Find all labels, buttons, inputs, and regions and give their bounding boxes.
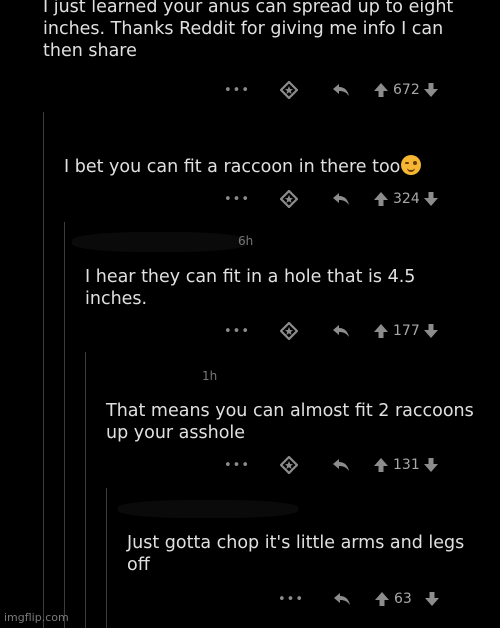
- redaction-mark: [181, 350, 183, 386]
- thread-rail-2: [64, 222, 65, 628]
- reply-icon[interactable]: [330, 83, 352, 97]
- redacted-username: [72, 232, 247, 252]
- downvote-arrow-icon[interactable]: [423, 82, 439, 98]
- upvote-arrow-icon[interactable]: [374, 591, 390, 607]
- winking-face-icon: [401, 155, 422, 175]
- comment-body: I hear they can fit in a hole that is 4.…: [85, 267, 416, 309]
- comment-body: I bet you can fit a raccoon in there too: [64, 155, 484, 178]
- redacted-username: [98, 370, 200, 380]
- award-icon[interactable]: [279, 322, 299, 340]
- thread-rail-3: [85, 352, 86, 628]
- vote-score: 324: [393, 191, 420, 207]
- comment-actions: ••• 672: [224, 79, 439, 101]
- upvote-arrow-icon[interactable]: [373, 191, 389, 207]
- downvote-arrow-icon[interactable]: [424, 591, 440, 607]
- more-options-icon[interactable]: •••: [224, 192, 249, 207]
- comment-body: That means you can almost fit 2 raccoons…: [106, 401, 474, 443]
- award-icon[interactable]: [279, 456, 299, 474]
- more-options-icon[interactable]: •••: [224, 458, 249, 473]
- reply-icon[interactable]: [330, 324, 352, 338]
- thread-rail-1: [43, 112, 44, 628]
- vote-score: 177: [393, 323, 420, 339]
- comment-actions: ••• 177: [224, 320, 439, 342]
- comment-body: Just gotta chop it's little arms and leg…: [127, 533, 465, 575]
- reply-icon[interactable]: [330, 458, 352, 472]
- watermark: imgflip.com: [4, 611, 69, 624]
- vote-score: 131: [393, 457, 420, 473]
- downvote-arrow-icon[interactable]: [423, 191, 439, 207]
- comment-age: 1h: [202, 369, 218, 383]
- downvote-arrow-icon[interactable]: [423, 323, 439, 339]
- comment-actions: ••• 63: [278, 588, 440, 610]
- redacted-username: [118, 500, 298, 518]
- comment-body: I just learned your anus can spread up t…: [43, 0, 454, 61]
- downvote-arrow-icon[interactable]: [423, 457, 439, 473]
- comment-actions: ••• 324: [224, 188, 439, 210]
- more-options-icon[interactable]: •••: [278, 592, 303, 607]
- upvote-arrow-icon[interactable]: [373, 457, 389, 473]
- upvote-arrow-icon[interactable]: [373, 323, 389, 339]
- more-options-icon[interactable]: •••: [224, 324, 249, 339]
- reply-icon[interactable]: [330, 192, 352, 206]
- comment-age: 6h: [238, 234, 254, 248]
- award-icon[interactable]: [279, 81, 299, 99]
- reply-icon[interactable]: [331, 592, 353, 606]
- thread-rail-4: [106, 488, 107, 628]
- redacted-username: [62, 123, 172, 137]
- more-options-icon[interactable]: •••: [224, 83, 249, 98]
- award-icon[interactable]: [279, 190, 299, 208]
- vote-score: 63: [394, 591, 412, 607]
- vote-score: 672: [393, 82, 420, 98]
- comment-actions: ••• 131: [224, 454, 439, 476]
- upvote-arrow-icon[interactable]: [373, 82, 389, 98]
